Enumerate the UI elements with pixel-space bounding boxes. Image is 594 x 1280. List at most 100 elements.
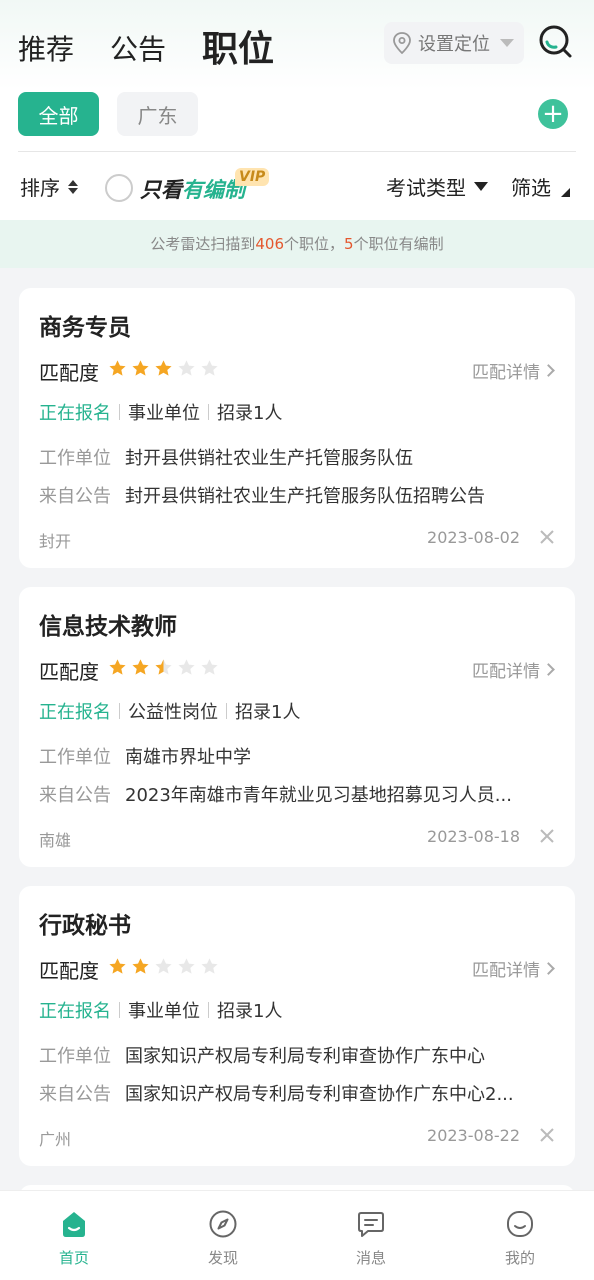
close-icon[interactable] xyxy=(539,828,555,844)
star-icon xyxy=(178,958,195,974)
vip-badge: VIP xyxy=(235,168,270,186)
tag-separator xyxy=(208,404,209,420)
tag-separator xyxy=(208,1002,209,1018)
star-icon xyxy=(155,659,172,675)
job-tags: 正在报名 事业单位 招录1人 xyxy=(39,997,282,1023)
job-date: 2023-08-22 xyxy=(427,1126,520,1145)
notice-label: 来自公告 xyxy=(39,1084,111,1105)
tabbar-home[interactable]: 首页 xyxy=(34,1209,114,1268)
profile-icon xyxy=(507,1211,533,1237)
work-unit-label: 工作单位 xyxy=(39,448,111,469)
sort-button[interactable]: 排序 xyxy=(20,172,78,201)
star-icon xyxy=(109,659,126,675)
tab-positions[interactable]: 职位 xyxy=(202,30,274,70)
tab-announcements[interactable]: 公告 xyxy=(110,30,166,70)
location-button[interactable]: 设置定位 xyxy=(384,22,524,64)
sort-arrows-icon xyxy=(68,179,78,194)
region-chip-guangdong[interactable]: 广东 xyxy=(117,92,198,136)
tab-recommend[interactable]: 推荐 xyxy=(18,30,74,70)
match-detail-link[interactable]: 匹配详情 xyxy=(472,657,555,682)
work-unit-label: 工作单位 xyxy=(39,1046,111,1067)
match-stars xyxy=(108,658,219,677)
bottom-tab-bar: 首页 发现 消息 我的 xyxy=(0,1190,594,1280)
job-city: 南雄 xyxy=(39,831,72,850)
star-icon xyxy=(155,958,172,974)
job-title: 信息技术教师 xyxy=(39,614,177,640)
only-established-label[interactable]: 只看有编制 xyxy=(140,174,245,204)
notice-suffix: 个职位有编制 xyxy=(353,235,444,253)
match-detail-link[interactable]: 匹配详情 xyxy=(472,358,555,383)
triangle-down-icon xyxy=(474,182,488,191)
star-icon xyxy=(178,659,195,675)
work-unit-row: 工作单位 封开县供销社农业生产托管服务队伍 xyxy=(39,444,545,470)
add-region-button[interactable]: + xyxy=(538,99,568,129)
status-badge: 正在报名 xyxy=(39,1001,111,1022)
match-label: 匹配度 xyxy=(39,361,99,385)
region-filter: 全部 广东 xyxy=(18,92,198,136)
status-badge: 正在报名 xyxy=(39,702,111,723)
job-title: 行政秘书 xyxy=(39,913,131,939)
compass-icon xyxy=(209,1210,237,1238)
tabbar-label: 我的 xyxy=(504,1249,535,1267)
notice-prefix: 公考雷达扫描到 xyxy=(150,235,256,253)
recruit-count: 招录1人 xyxy=(217,403,283,424)
match-label: 匹配度 xyxy=(39,959,99,983)
unit-type: 事业单位 xyxy=(128,403,200,424)
star-icon xyxy=(178,360,195,376)
unit-type: 公益性岗位 xyxy=(128,702,218,723)
star-icon xyxy=(201,659,218,675)
notice-value: 国家知识产权局专利局专利审查协作广东中心2... xyxy=(125,1084,514,1105)
star-icon xyxy=(132,958,149,974)
close-icon[interactable] xyxy=(539,529,555,545)
chevron-right-icon xyxy=(542,364,555,377)
status-badge: 正在报名 xyxy=(39,403,111,424)
job-tags: 正在报名 公益性岗位 招录1人 xyxy=(39,698,300,724)
job-city: 封开 xyxy=(39,532,72,551)
match-stars xyxy=(108,359,219,378)
work-unit-value: 封开县供销社农业生产托管服务队伍 xyxy=(125,448,413,469)
tag-separator xyxy=(119,404,120,420)
job-card[interactable]: 信息技术教师 匹配度 匹配详情 正在报名 公益性岗位 招录1人 工作单位 南雄市… xyxy=(19,587,575,867)
recruit-count: 招录1人 xyxy=(217,1001,283,1022)
tag-separator xyxy=(226,703,227,719)
star-icon xyxy=(155,360,172,376)
only-established-radio[interactable] xyxy=(105,174,133,202)
tag-separator xyxy=(119,1002,120,1018)
filter-label: 筛选 xyxy=(511,176,551,200)
plus-icon: + xyxy=(542,99,564,129)
job-date: 2023-08-18 xyxy=(427,827,520,846)
match-detail-label: 匹配详情 xyxy=(472,363,540,383)
exam-type-dropdown[interactable]: 考试类型 xyxy=(386,172,488,201)
tabbar-messages[interactable]: 消息 xyxy=(331,1209,411,1268)
star-icon xyxy=(109,958,126,974)
unit-type: 事业单位 xyxy=(128,1001,200,1022)
star-icon xyxy=(201,958,218,974)
work-unit-label: 工作单位 xyxy=(39,747,111,768)
notice-row: 来自公告 封开县供销社农业生产托管服务队伍招聘公告 xyxy=(39,482,545,508)
notice-label: 来自公告 xyxy=(39,486,111,507)
job-tags: 正在报名 事业单位 招录1人 xyxy=(39,399,282,425)
region-chip-all[interactable]: 全部 xyxy=(18,92,99,136)
job-date: 2023-08-02 xyxy=(427,528,520,547)
home-icon xyxy=(63,1212,85,1237)
search-icon[interactable] xyxy=(536,22,576,62)
notice-middle: 个职位， xyxy=(284,235,345,253)
filter-button[interactable]: 筛选 xyxy=(511,172,570,201)
notice-count: 5 xyxy=(344,235,354,253)
match-detail-link[interactable]: 匹配详情 xyxy=(472,956,555,981)
close-icon[interactable] xyxy=(539,1127,555,1143)
notice-row: 来自公告 国家知识产权局专利局专利审查协作广东中心2... xyxy=(39,1080,545,1106)
notice-value: 封开县供销社农业生产托管服务队伍招聘公告 xyxy=(125,486,485,507)
job-city: 广州 xyxy=(39,1130,72,1149)
job-card[interactable]: 商务专员 匹配度 匹配详情 正在报名 事业单位 招录1人 工作单位 封开县供销社… xyxy=(19,288,575,568)
tabbar-profile[interactable]: 我的 xyxy=(480,1209,560,1268)
job-card[interactable]: 行政秘书 匹配度 匹配详情 正在报名 事业单位 招录1人 工作单位 国家知识产权… xyxy=(19,886,575,1166)
star-icon xyxy=(132,360,149,376)
divider xyxy=(18,151,576,152)
star-icon xyxy=(201,360,218,376)
tabbar-discover[interactable]: 发现 xyxy=(183,1209,263,1268)
match-label: 匹配度 xyxy=(39,660,99,684)
only-prefix: 只看 xyxy=(140,178,182,202)
location-pin-icon xyxy=(393,32,411,54)
match-stars xyxy=(108,957,219,976)
